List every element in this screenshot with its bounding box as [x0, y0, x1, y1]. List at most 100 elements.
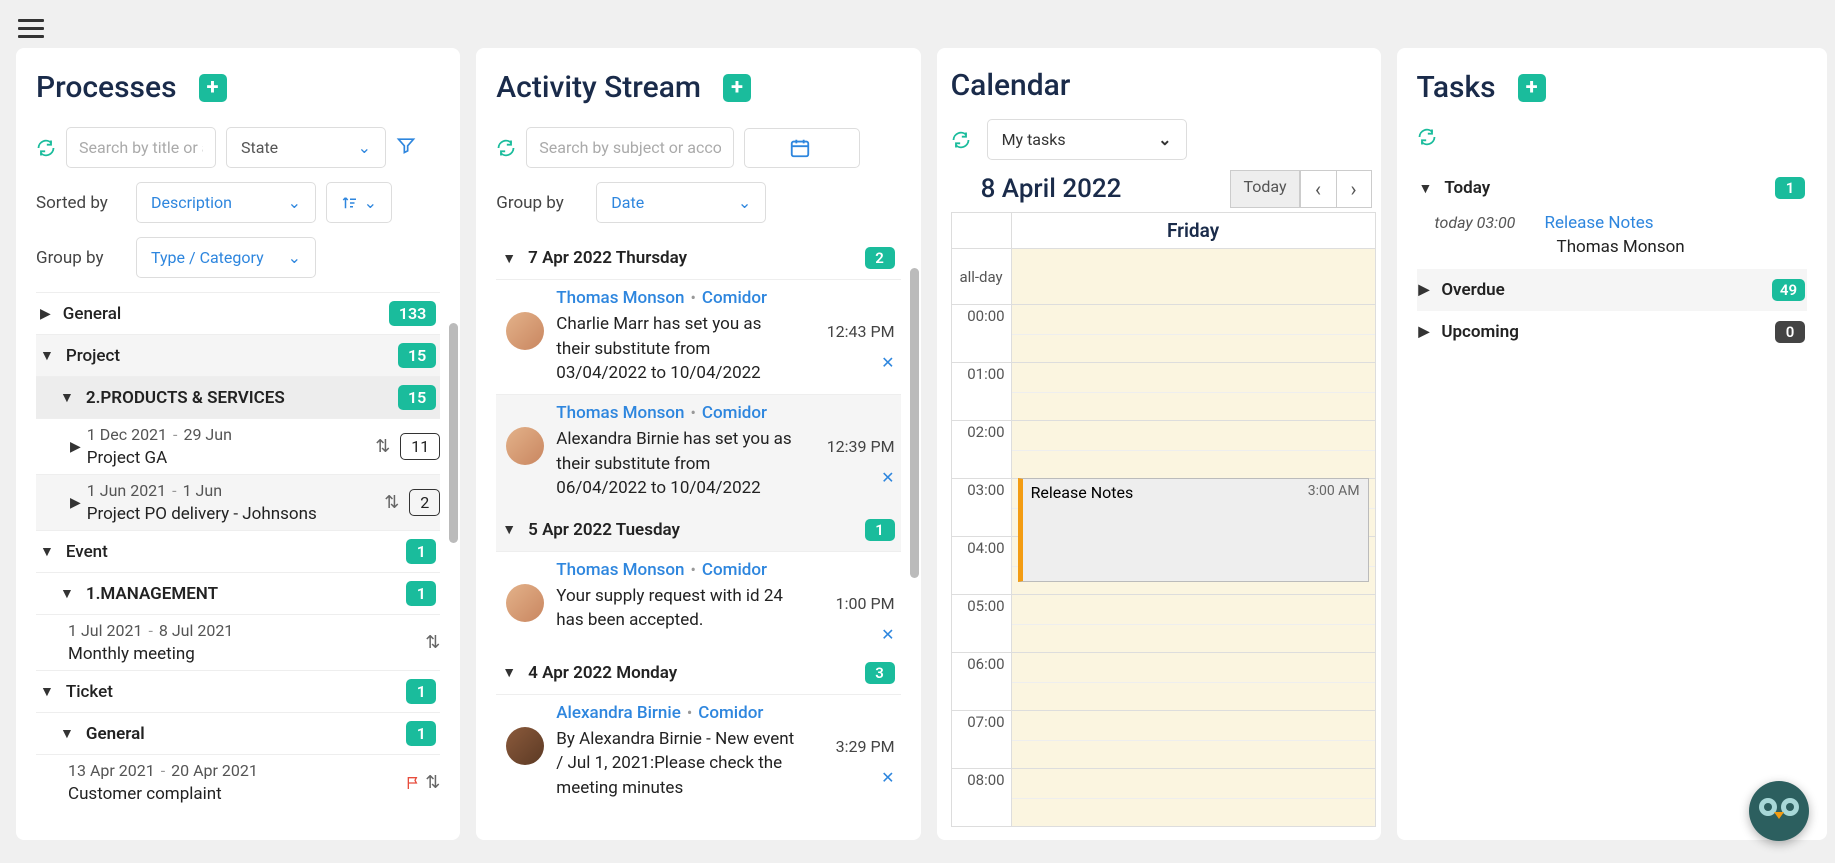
flag-icon [405, 775, 421, 791]
refresh-icon[interactable] [36, 138, 56, 158]
process-subgroup-management[interactable]: ▼ 1.MANAGEMENT 1 [36, 572, 440, 614]
person-link[interactable]: Thomas Monson [556, 403, 684, 423]
reorder-icon[interactable]: ⇅ [375, 436, 390, 457]
expand-icon[interactable]: ▶ [1419, 282, 1430, 298]
state-dropdown[interactable]: State ⌄ [226, 127, 386, 168]
avatar [506, 312, 544, 350]
collapse-icon[interactable]: ▼ [60, 725, 74, 742]
expand-icon[interactable]: ▶ [1419, 324, 1430, 340]
collapse-icon[interactable]: ▼ [502, 521, 516, 538]
reorder-icon[interactable]: ⇅ [425, 632, 440, 653]
next-button[interactable]: › [1336, 171, 1372, 207]
task-section-overdue[interactable]: ▶ Overdue 49 [1417, 269, 1807, 311]
calendar-date: 8 April 2022 [955, 174, 1231, 204]
person-link[interactable]: Thomas Monson [556, 560, 684, 580]
processes-add-button[interactable]: + [199, 74, 227, 102]
hamburger-menu[interactable] [18, 14, 44, 43]
collapse-icon[interactable]: ▼ [40, 683, 54, 700]
prev-button[interactable]: ‹ [1300, 171, 1336, 207]
activity-date-filter[interactable] [744, 128, 860, 168]
calendar-event[interactable]: Release Notes3:00 AM [1018, 478, 1369, 582]
scrollbar[interactable] [910, 268, 919, 578]
day-header: Friday [1012, 213, 1375, 248]
filter-icon[interactable] [396, 135, 416, 160]
activity-item[interactable]: Thomas Monson•Comidor Charlie Marr has s… [496, 279, 900, 394]
activity-item[interactable]: Alexandra Birnie•Comidor By Alexandra Bi… [496, 694, 900, 809]
dismiss-icon[interactable]: ✕ [881, 468, 894, 487]
collapse-icon[interactable]: ▼ [1419, 180, 1433, 197]
activity-date-group[interactable]: ▼ 7 Apr 2022 Thursday 2 [496, 237, 900, 279]
activity-item[interactable]: Thomas Monson•Comidor Your supply reques… [496, 551, 900, 652]
process-group-ticket[interactable]: ▼ Ticket 1 [36, 670, 440, 712]
scrollbar[interactable] [449, 323, 458, 543]
project-item[interactable]: Project PO delivery - Johnsons [87, 504, 380, 524]
processes-title: Processes [36, 70, 177, 105]
dismiss-icon[interactable]: ✕ [881, 768, 894, 787]
process-group-event[interactable]: ▼ Event 1 [36, 530, 440, 572]
collapse-icon[interactable]: ▼ [60, 585, 74, 602]
sorted-by-label: Sorted by [36, 193, 116, 213]
tasks-panel: Tasks + ▼ Today 1 today 03:00 Release No… [1397, 48, 1827, 840]
calendar-title: Calendar [951, 68, 1376, 103]
expand-icon[interactable]: ▶ [70, 495, 81, 511]
process-subgroup-products[interactable]: ▼ 2.PRODUCTS & SERVICES 15 [36, 376, 440, 418]
calendar-icon [789, 137, 811, 159]
collapse-icon[interactable]: ▼ [60, 389, 74, 406]
task-section-today[interactable]: ▼ Today 1 [1417, 167, 1807, 209]
project-item[interactable]: Customer complaint [68, 784, 405, 804]
collapse-icon[interactable]: ▼ [40, 543, 54, 560]
refresh-icon[interactable] [951, 130, 971, 150]
process-group-general[interactable]: ▶ General 133 [36, 292, 440, 334]
avatar [506, 727, 544, 765]
org-link[interactable]: Comidor [702, 403, 767, 423]
activity-title: Activity Stream [496, 70, 701, 105]
help-assistant-button[interactable] [1749, 781, 1809, 841]
activity-search-input[interactable] [526, 127, 734, 168]
project-item[interactable]: Project GA [87, 448, 371, 468]
avatar [506, 584, 544, 622]
process-subgroup-general[interactable]: ▼ General 1 [36, 712, 440, 754]
group-by-dropdown[interactable]: Type / Category ⌄ [136, 237, 316, 278]
calendar-panel: Calendar My tasks ⌄ 8 April 2022 Today ‹… [937, 48, 1381, 840]
chevron-down-icon: ⌄ [1158, 130, 1171, 149]
today-button[interactable]: Today [1231, 171, 1299, 207]
task-section-upcoming[interactable]: ▶ Upcoming 0 [1417, 311, 1807, 353]
collapse-icon[interactable]: ▼ [502, 664, 516, 681]
collapse-icon[interactable]: ▼ [40, 347, 54, 364]
sorted-by-dropdown[interactable]: Description ⌄ [136, 182, 316, 223]
org-link[interactable]: Comidor [698, 703, 763, 723]
task-link[interactable]: Release Notes [1545, 213, 1654, 233]
tasks-title: Tasks [1417, 70, 1496, 105]
collapse-icon[interactable]: ▼ [502, 250, 516, 267]
expand-icon[interactable]: ▶ [40, 306, 51, 322]
chevron-down-icon: ⌄ [738, 193, 751, 212]
refresh-icon[interactable] [1417, 127, 1437, 147]
dismiss-icon[interactable]: ✕ [881, 353, 894, 372]
activity-item[interactable]: Thomas Monson•Comidor Alexandra Birnie h… [496, 394, 900, 509]
activity-date-group[interactable]: ▼ 5 Apr 2022 Tuesday 1 [496, 509, 900, 551]
activity-add-button[interactable]: + [723, 74, 751, 102]
expand-icon[interactable]: ▶ [70, 439, 81, 455]
org-link[interactable]: Comidor [702, 288, 767, 308]
tasks-add-button[interactable]: + [1518, 74, 1546, 102]
person-link[interactable]: Thomas Monson [556, 288, 684, 308]
project-item[interactable]: Monthly meeting [68, 644, 421, 664]
chevron-down-icon: ⌄ [364, 193, 377, 212]
avatar [506, 427, 544, 465]
dismiss-icon[interactable]: ✕ [881, 625, 894, 644]
process-group-project[interactable]: ▼ Project 15 [36, 334, 440, 376]
reorder-icon[interactable]: ⇅ [425, 772, 440, 793]
group-by-label: Group by [36, 248, 116, 268]
allday-cell[interactable] [1012, 249, 1375, 304]
reorder-icon[interactable]: ⇅ [384, 492, 399, 513]
person-link[interactable]: Alexandra Birnie [556, 703, 681, 723]
sort-direction-dropdown[interactable]: ⌄ [326, 182, 392, 223]
activity-date-group[interactable]: ▼ 4 Apr 2022 Monday 3 [496, 652, 900, 694]
calendar-selector[interactable]: My tasks ⌄ [987, 119, 1187, 160]
org-link[interactable]: Comidor [702, 560, 767, 580]
activity-panel: Activity Stream + Group by Date ⌄ ▼ [476, 48, 920, 840]
processes-search-input[interactable] [66, 127, 216, 168]
chevron-down-icon: ⌄ [358, 138, 371, 157]
activity-group-by-dropdown[interactable]: Date ⌄ [596, 182, 766, 223]
refresh-icon[interactable] [496, 138, 516, 158]
